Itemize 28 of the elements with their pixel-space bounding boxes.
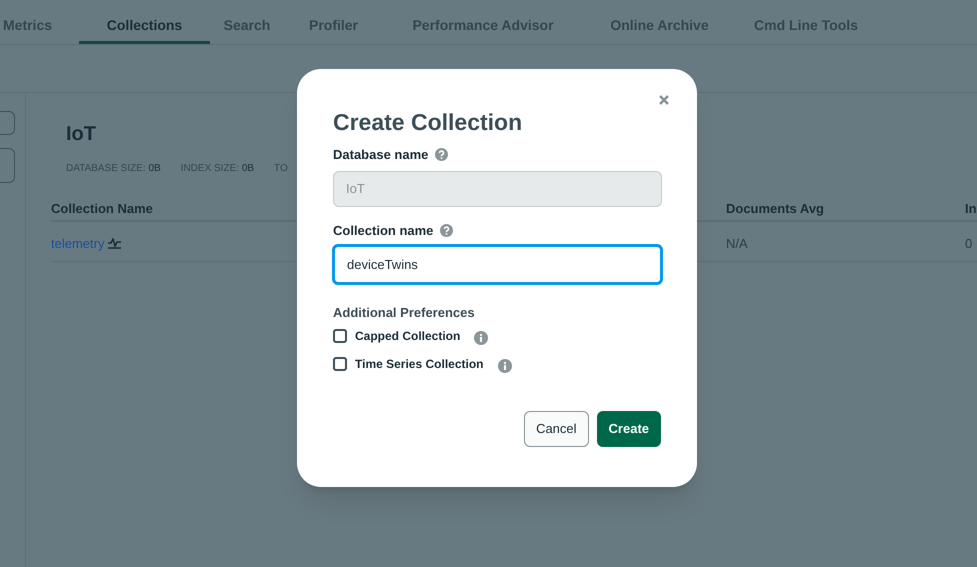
- sidebar-button[interactable]: [0, 148, 15, 183]
- checkbox[interactable]: [333, 356, 347, 370]
- checkbox-label[interactable]: Capped Collection: [355, 326, 460, 344]
- text-field[interactable]: deviceTwins: [332, 244, 663, 285]
- close-icon: [659, 95, 669, 105]
- sidebar-button[interactable]: [0, 111, 15, 135]
- field-label: Database name: [333, 146, 428, 164]
- checkbox[interactable]: [333, 328, 347, 342]
- table-cell-text: 0: [965, 235, 972, 253]
- timeseries-icon: [108, 238, 122, 250]
- help-icon: [440, 224, 454, 237]
- table-cell-text: N/A: [726, 235, 748, 253]
- dialog-title: Create Collection: [333, 108, 524, 137]
- field-label: Collection name: [333, 222, 434, 240]
- collection-link[interactable]: telemetry: [51, 234, 104, 254]
- column-header: Collection Name: [51, 200, 153, 218]
- close-button[interactable]: [657, 93, 671, 107]
- create-button[interactable]: Create: [596, 410, 661, 446]
- checkbox-label[interactable]: Time Series Collection: [355, 354, 484, 372]
- info-icon: [498, 358, 512, 372]
- help-icon: [435, 148, 448, 162]
- column-header: Documents Avg: [726, 200, 824, 218]
- tab[interactable]: Collections: [79, 0, 210, 44]
- column-header: In: [965, 200, 977, 218]
- database-title: IoT: [66, 122, 96, 147]
- info-icon: [474, 330, 488, 344]
- cancel-button[interactable]: Cancel: [524, 410, 589, 446]
- section-heading: Additional Preferences: [333, 304, 476, 322]
